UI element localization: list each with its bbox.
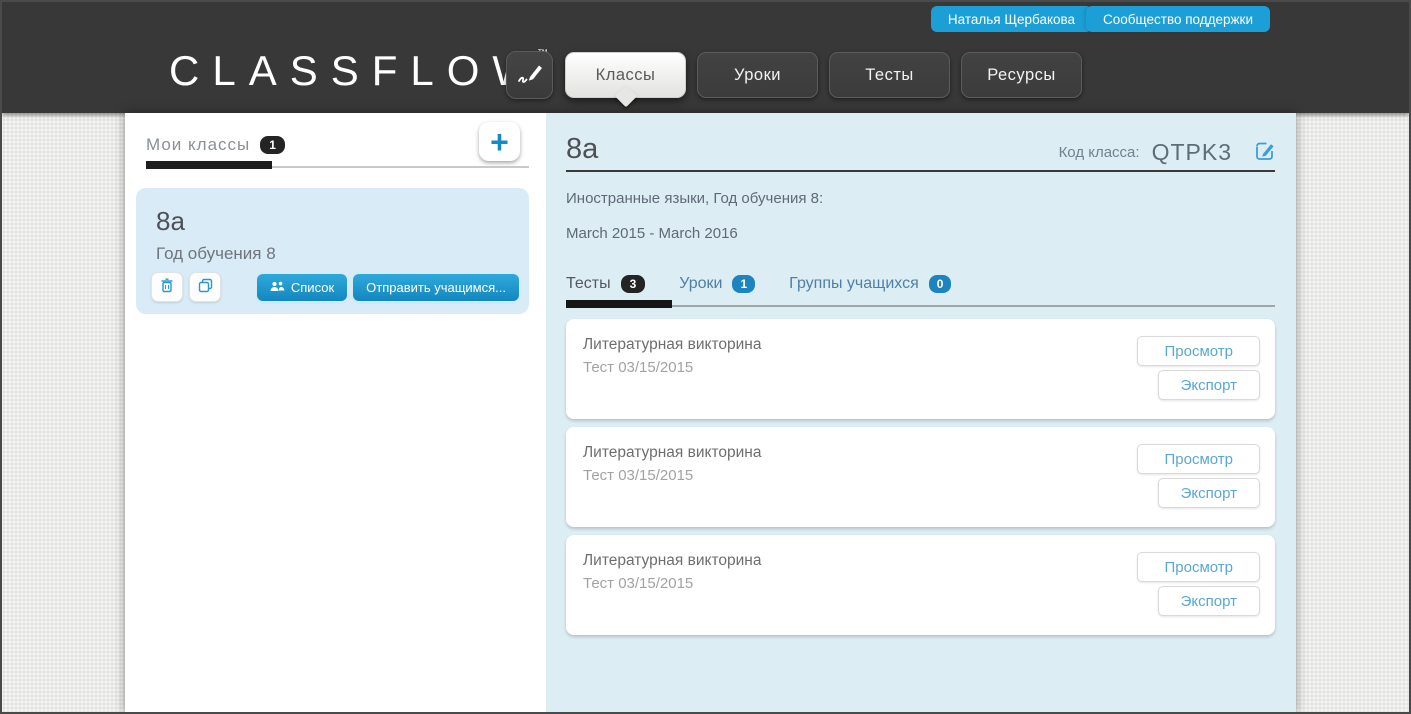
nav-tab-lessons[interactable]: Уроки [697, 52, 818, 98]
class-detail-panel: 8а Код класса: QTPK3 Иностранные языки, … [546, 113, 1296, 713]
view-test-button[interactable]: Просмотр [1137, 552, 1260, 582]
account-bar: Наталья Щербакова Сообщество поддержки [931, 6, 1270, 32]
support-community-link[interactable]: Сообщество поддержки [1086, 6, 1270, 32]
duplicate-class-button[interactable] [189, 272, 221, 302]
classflow-app: Наталья Щербакова Сообщество поддержки C… [0, 0, 1411, 714]
tabs-divider [566, 305, 1275, 307]
test-subtitle: Тест 03/15/2015 [583, 359, 693, 376]
tab-lessons[interactable]: Уроки 1 [679, 275, 755, 293]
view-test-button[interactable]: Просмотр [1137, 336, 1260, 366]
class-card-8a[interactable]: 8а Год обучения 8 [136, 188, 529, 314]
class-roster-button[interactable]: Список [257, 274, 347, 301]
view-test-button[interactable]: Просмотр [1137, 444, 1260, 474]
tab-student-groups[interactable]: Группы учащихся 0 [789, 275, 951, 293]
test-subtitle: Тест 03/15/2015 [583, 575, 693, 592]
edit-icon [1254, 141, 1275, 165]
test-actions: Просмотр Экспорт [1137, 552, 1260, 616]
sidebar-active-underline [146, 161, 272, 169]
class-detail-tabs: Тесты 3 Уроки 1 Группы учащихся 0 [566, 275, 951, 293]
test-row: Литературная викторина Тест 03/15/2015 П… [566, 535, 1275, 635]
my-classes-title: Мои классы [146, 135, 250, 155]
class-code-label: Код класса: [1059, 144, 1140, 161]
my-classes-count-badge: 1 [260, 136, 285, 154]
class-header-divider [566, 170, 1275, 172]
test-title: Литературная викторина [583, 336, 761, 354]
test-row: Литературная викторина Тест 03/15/2015 П… [566, 319, 1275, 419]
test-title: Литературная викторина [583, 444, 761, 462]
logo-text: CLASSFLOW [169, 47, 545, 94]
people-icon [270, 280, 285, 295]
class-code-group: Код класса: QTPK3 [1059, 139, 1275, 166]
tests-list: Литературная викторина Тест 03/15/2015 П… [566, 319, 1275, 643]
tab-student-groups-count-badge: 0 [929, 275, 952, 293]
add-class-button[interactable]: + [479, 122, 520, 161]
class-card-name: 8а [156, 206, 509, 237]
send-to-students-label: Отправить учащимся... [366, 280, 506, 295]
export-test-button[interactable]: Экспорт [1158, 586, 1260, 616]
test-row: Литературная викторина Тест 03/15/2015 П… [566, 427, 1275, 527]
class-detail-title: 8а [566, 133, 598, 166]
tab-tests-label: Тесты [566, 275, 611, 293]
tab-tests[interactable]: Тесты 3 [566, 275, 645, 293]
class-roster-label: Список [291, 280, 334, 295]
user-account-link[interactable]: Наталья Щербакова [931, 6, 1092, 32]
test-actions: Просмотр Экспорт [1137, 444, 1260, 508]
edit-class-button[interactable] [1254, 141, 1275, 165]
plus-icon: + [490, 124, 509, 160]
send-to-students-button[interactable]: Отправить учащимся... [353, 274, 519, 301]
nav-tab-tests[interactable]: Тесты [829, 52, 950, 98]
export-test-button[interactable]: Экспорт [1158, 478, 1260, 508]
classflow-logo: CLASSFLOW™ [169, 49, 548, 92]
my-classes-sidebar: Мои классы 1 + 8а Год обучения 8 [125, 113, 546, 713]
tabs-active-underline [566, 300, 672, 308]
class-date-range: March 2015 - March 2016 [566, 225, 738, 242]
pencil-squiggle-icon [516, 61, 544, 90]
export-test-button[interactable]: Экспорт [1158, 370, 1260, 400]
tab-tests-count-badge: 3 [621, 275, 646, 293]
test-title: Литературная викторина [583, 552, 761, 570]
class-card-subtitle: Год обучения 8 [156, 244, 509, 264]
nav-tab-resources[interactable]: Ресурсы [961, 52, 1082, 98]
app-header: Наталья Щербакова Сообщество поддержки C… [2, 2, 1409, 113]
content-area: Мои классы 1 + 8а Год обучения 8 [125, 113, 1296, 713]
sidebar-header: Мои классы 1 [146, 135, 285, 155]
test-actions: Просмотр Экспорт [1137, 336, 1260, 400]
quick-draw-button[interactable] [506, 51, 553, 99]
class-code-value: QTPK3 [1152, 139, 1232, 166]
tab-lessons-label: Уроки [679, 275, 722, 293]
class-card-actions: Список Отправить учащимся... [151, 272, 519, 302]
delete-class-button[interactable] [151, 272, 183, 302]
test-subtitle: Тест 03/15/2015 [583, 467, 693, 484]
class-description: Иностранные языки, Год обучения 8: [566, 190, 823, 207]
tab-student-groups-label: Группы учащихся [789, 275, 919, 293]
trash-icon [160, 278, 174, 296]
tab-lessons-count-badge: 1 [732, 275, 755, 293]
copy-icon [198, 278, 213, 296]
nav-tab-classes[interactable]: Классы [565, 52, 686, 98]
